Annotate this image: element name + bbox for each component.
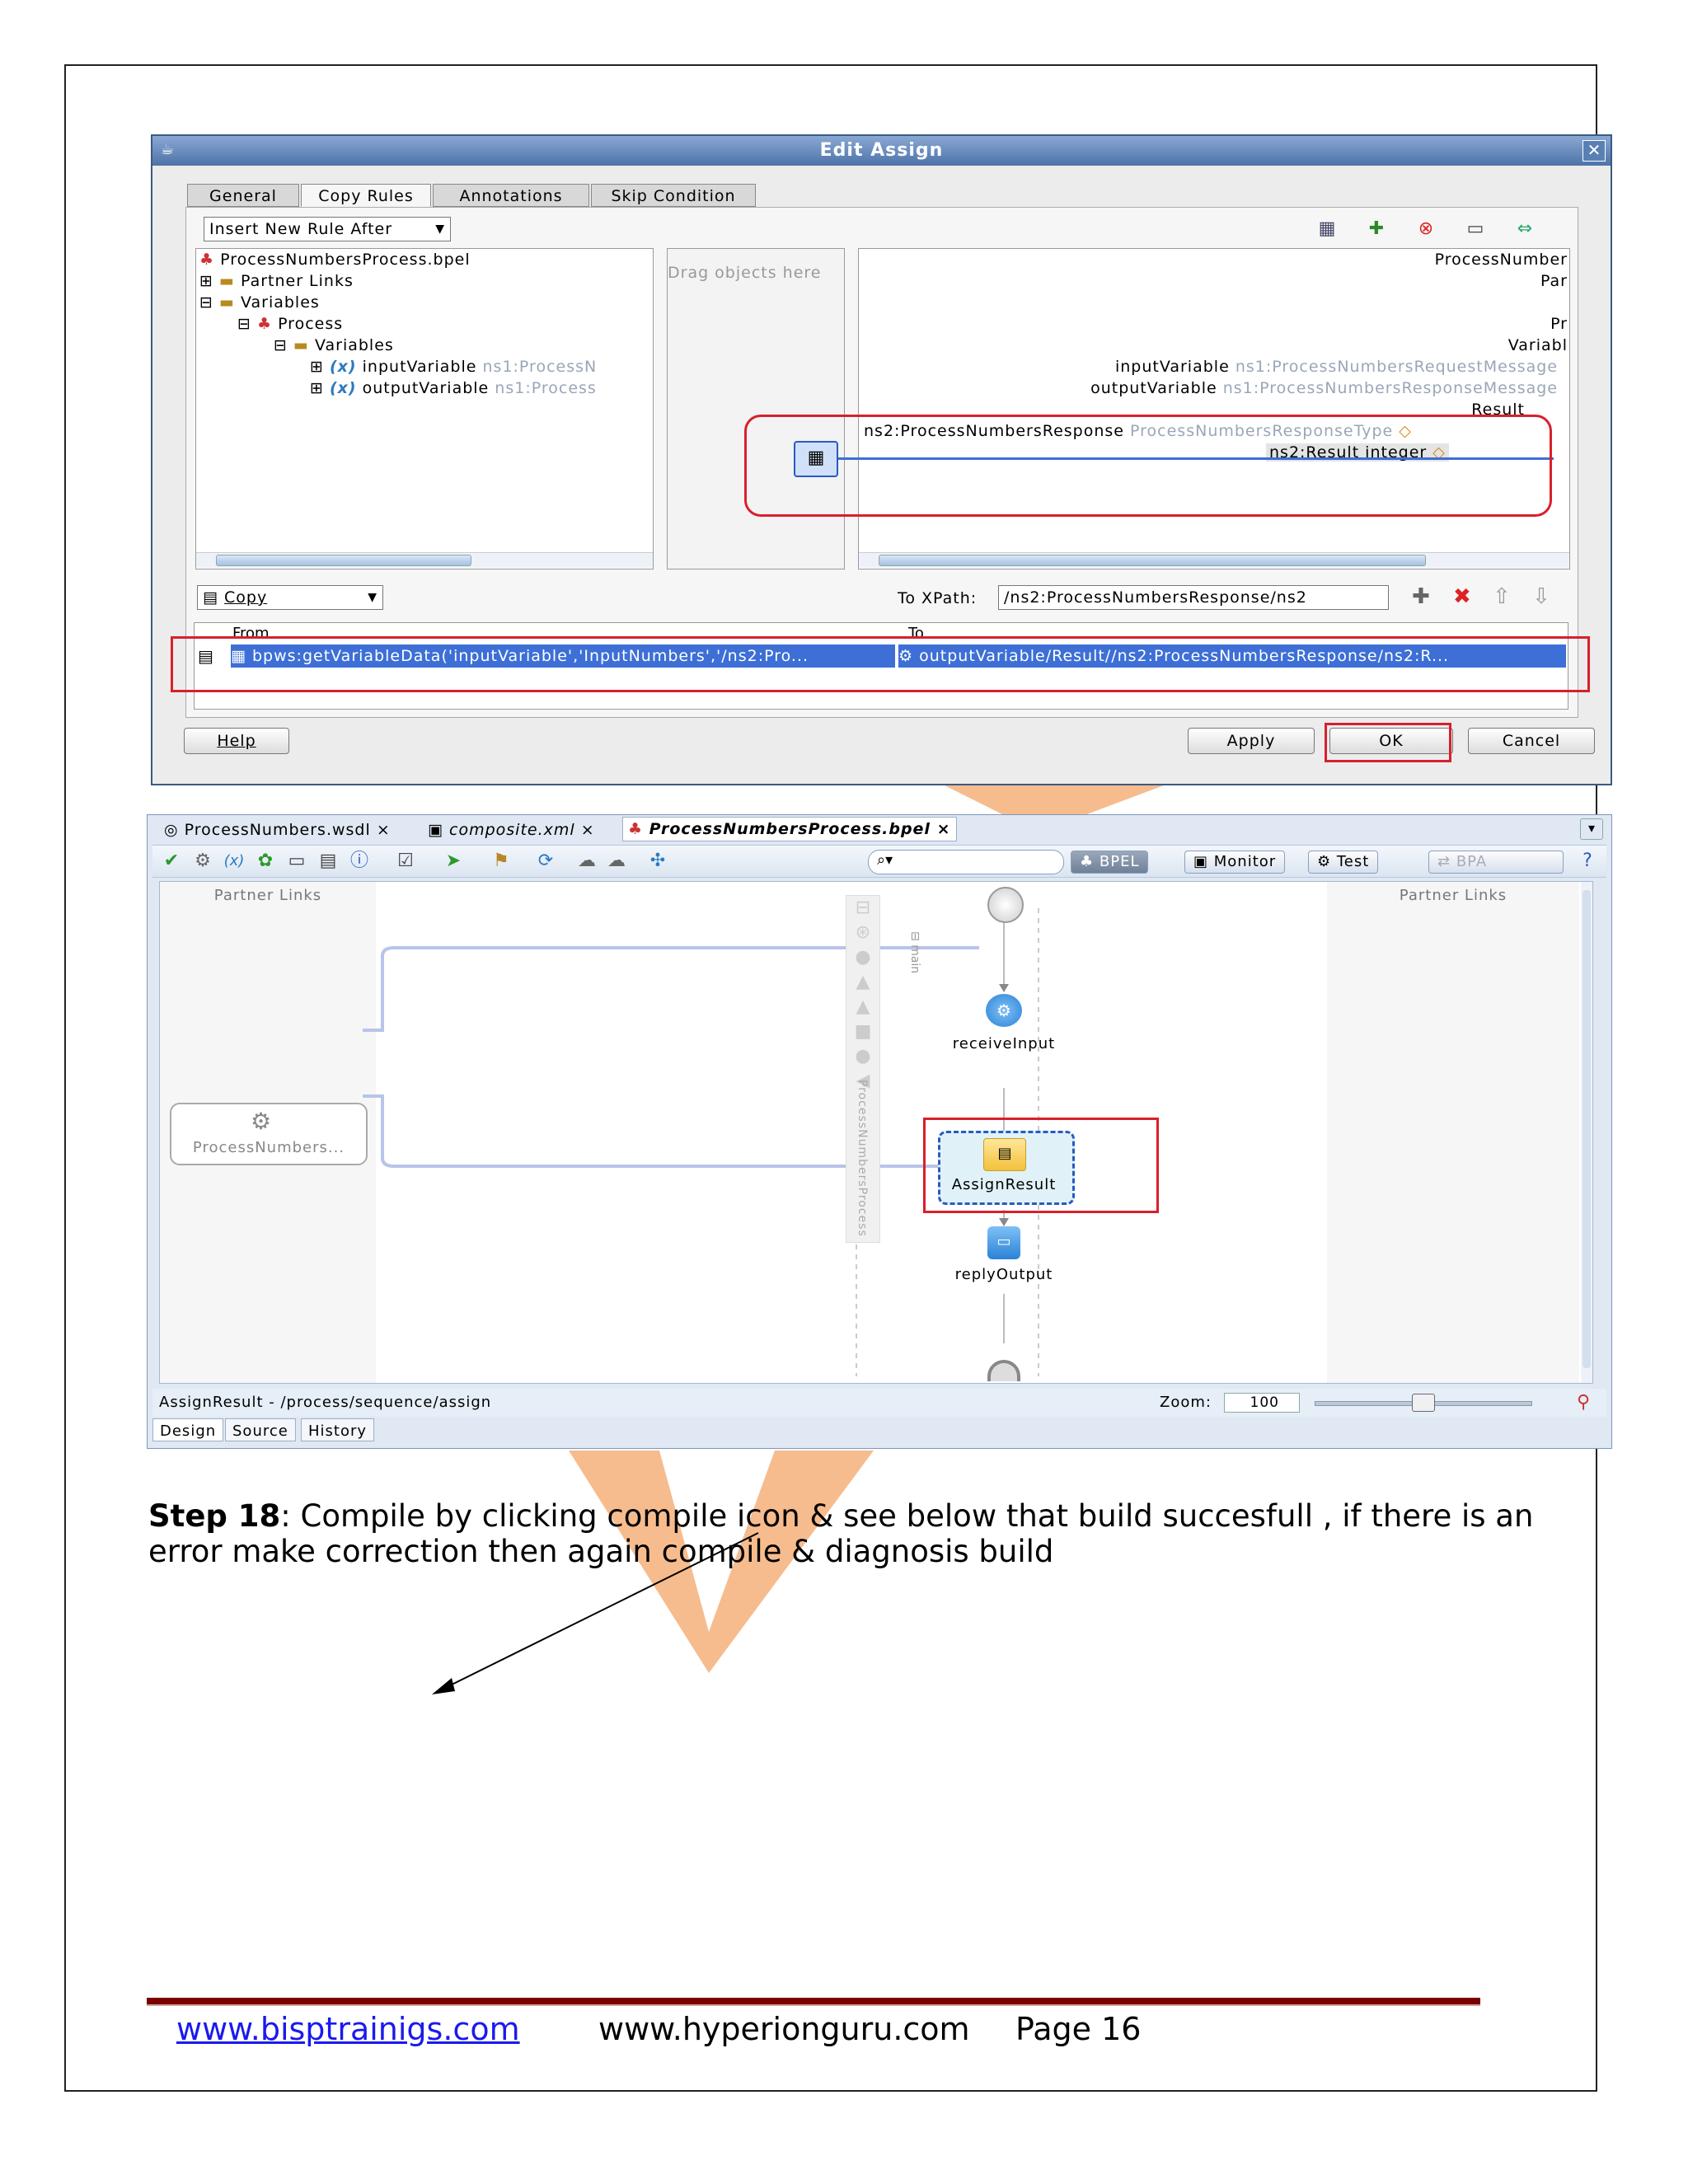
page-number: Page 16	[1015, 2011, 1142, 2047]
pointer-arrow	[432, 1532, 759, 1694]
footer-site: www.hyperionguru.com	[598, 2011, 970, 2047]
footer-link[interactable]: www.bisptrainigs.com	[176, 2011, 520, 2047]
footer-divider	[147, 1998, 1480, 2006]
